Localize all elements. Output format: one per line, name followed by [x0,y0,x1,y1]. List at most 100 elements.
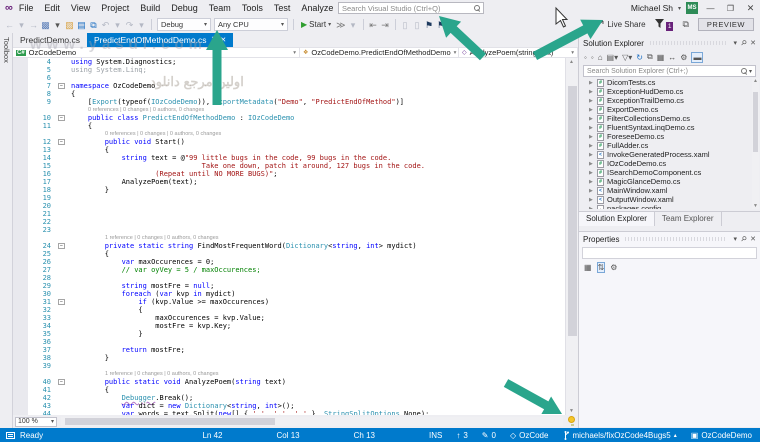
code-line[interactable]: 7−namespace OzCodeDemo [13,82,565,90]
tree-item-invokegeneratedprocess-xaml[interactable]: ▶<InvokeGeneratedProcess.xaml [581,150,760,159]
solution-explorer-header[interactable]: Solution Explorer ▾ ⚲ ✕ [579,36,760,50]
se-collapse-all-icon[interactable]: ▦ [657,53,665,62]
code-line[interactable]: 22 [13,218,565,226]
expander-icon[interactable]: ▶ [589,179,594,185]
send-feedback-icon[interactable]: ⧉ [682,19,688,30]
code-line[interactable]: 5using System.Linq; [13,66,565,74]
fold-toggle-icon[interactable]: − [58,243,65,250]
menu-analyze[interactable]: Analyze [301,3,333,13]
code-line[interactable]: 18 } [13,186,565,194]
breadcrumb-member-dropdown[interactable]: ◇ AnalyzePoem(string text) ▾ [459,48,577,57]
editor-vertical-scrollbar[interactable]: ▲ ▼ [565,58,578,415]
code-line[interactable]: 12− public void Start() [13,138,565,146]
codelens-text[interactable]: 0 references | 0 changes | 0 authors, 0 … [105,130,221,138]
scroll-down-icon[interactable]: ▼ [753,203,758,209]
code-line[interactable]: 42 Debugger.Break(); [13,394,565,402]
code-line[interactable]: 17 AnalyzePoem(text); [13,178,565,186]
tab-close-icon[interactable]: ✕ [220,36,226,44]
code-line[interactable]: 15 Take one down, patch it around, 127 b… [13,162,565,170]
code-line[interactable]: 34 mostFre = kvp.Key; [13,322,565,330]
code-line[interactable]: 38 } [13,354,565,362]
code-line[interactable]: 11 { [13,122,565,130]
code-line[interactable]: 33 maxOccurences = kvp.Value; [13,314,565,322]
toolbox-tab[interactable]: Toolbox [2,37,11,63]
tree-item-fulladder-cs[interactable]: ▶#FullAdder.cs [581,141,760,150]
code-line[interactable]: 13 { [13,146,565,154]
expander-icon[interactable]: ▶ [589,188,594,194]
tree-item-iozcodedemo-cs[interactable]: ▶#IOzCodeDemo.cs [581,159,760,168]
undo-icon[interactable]: ↶ [101,20,110,30]
tree-item-exceptionhuddemo-cs[interactable]: ▶#ExceptionHudDemo.cs [581,87,760,96]
codelens-text[interactable]: 1 reference | 0 changes | 0 authors, 0 c… [105,370,219,378]
fold-toggle-icon[interactable]: − [58,379,65,386]
tree-item-exceptiontraildemo-cs[interactable]: ▶#ExceptionTrailDemo.cs [581,96,760,105]
redo-icon[interactable]: ↷ [125,20,134,30]
notifications-filter-button[interactable]: 1 [655,19,674,31]
bookmark-icon[interactable]: ⚑ [425,20,434,30]
breadcrumb-type-dropdown[interactable]: ❖ OzCodeDemo.PredictEndOfMethodDemo ▾ [300,48,458,57]
git-branch-button[interactable]: michaels/fixOzCode4Bugs5 ▴ [562,431,676,440]
close-button[interactable]: ✕ [743,1,758,15]
lightbulb-icon[interactable] [568,416,575,423]
code-line[interactable]: 16 (Repeat until NO MORE BUGS)"; [13,170,565,178]
code-line[interactable]: 35 } [13,330,565,338]
code-line[interactable]: 14 string text = @"99 little bugs in the… [13,154,565,162]
tab-predictdemo-cs[interactable]: PredictDemo.cs [13,33,87,47]
code-line[interactable]: 9 [Export(typeof(IOzCodeDemo)), ExportMe… [13,98,565,106]
code-line[interactable]: 26 var maxOccurences = 0; [13,258,565,266]
tree-scrollbar[interactable]: ▲ ▼ [752,78,759,209]
panel-close-icon[interactable]: ✕ [750,235,756,243]
fold-toggle-icon[interactable]: − [58,299,65,306]
tree-item-foreseedemo-cs[interactable]: ▶#ForeseeDemo.cs [581,132,760,141]
live-share-button[interactable]: Live Share [594,20,645,29]
tree-scrollbar-thumb[interactable] [753,92,758,152]
panel-tab-solution-explorer[interactable]: Solution Explorer [579,212,655,226]
code-line[interactable]: 36 [13,338,565,346]
se-switch-views-icon[interactable]: ▤▾ [607,53,619,62]
code-line[interactable]: 41 { [13,386,565,394]
solution-platform-select[interactable]: Any CPU▾ [214,18,288,31]
se-back-icon[interactable]: ◦ [584,53,587,62]
expander-icon[interactable]: ▶ [589,125,594,131]
code-line[interactable]: 25 { [13,250,565,258]
prev-bookmark-icon[interactable]: ⚑ [449,20,458,30]
code-line[interactable]: 28 [13,274,565,282]
attach-caret[interactable]: ▾ [349,20,358,30]
solution-explorer-search-input[interactable]: Search Solution Explorer (Ctrl+;) ▾ [583,65,756,77]
tree-item-outputwindow-xaml[interactable]: ▶<OutputWindow.xaml [581,195,760,204]
code-line[interactable]: 29 string mostFre = null; [13,282,565,290]
panel-tab-team-explorer[interactable]: Team Explorer [655,212,722,226]
code-line[interactable]: 10− public class PredictEndOfMethodDemo … [13,114,565,122]
window-position-caret-icon[interactable]: ▾ [733,39,737,47]
se-nest-files-icon[interactable]: ⧉ [647,52,653,62]
expander-icon[interactable]: ▶ [589,116,594,122]
expander-icon[interactable]: ▶ [589,152,594,158]
menu-team[interactable]: Team [209,3,231,13]
nav-forward-icon[interactable]: → [29,20,38,30]
se-home-icon[interactable]: ⌂ [598,53,603,62]
property-pages-icon[interactable]: ⚙ [610,263,617,272]
code-line[interactable]: 21 [13,210,565,218]
start-debug-button[interactable]: ▶ Start ▾ [299,20,333,29]
expander-icon[interactable]: ▶ [589,143,594,149]
se-forward-icon[interactable]: ◦ [591,53,594,62]
menu-test[interactable]: Test [274,3,291,13]
codelens-text[interactable]: 1 reference | 0 changes | 0 authors, 0 c… [105,234,219,242]
preview-button[interactable]: PREVIEW [698,18,754,31]
git-repo-button[interactable]: ▣ OzCodeDemo [691,431,752,440]
tree-item-fluentsyntaxlinqdemo-cs[interactable]: ▶#FluentSyntaxLinqDemo.cs [581,123,760,132]
navigate-forward-code-icon[interactable]: ⇥ [381,20,390,30]
tree-item-dicomtests-cs[interactable]: ▶#DicomTests.cs [581,78,760,87]
code-line[interactable]: 23 [13,226,565,234]
open-folder-icon[interactable]: ▨ [65,20,74,30]
fold-toggle-icon[interactable]: − [58,83,65,90]
code-line[interactable]: 39 [13,362,565,370]
code-line[interactable]: 19 [13,194,565,202]
solution-configuration-select[interactable]: Debug▾ [157,18,211,31]
pin-icon[interactable]: ↧ [210,36,216,44]
code-editor[interactable]: 4using System.Diagnostics;5using System.… [13,58,565,415]
new-project-caret[interactable]: ▾ [53,20,62,30]
tree-item-mainwindow-xaml[interactable]: ▶<MainWindow.xaml [581,186,760,195]
new-project-icon[interactable]: ▩ [41,20,50,30]
code-line[interactable]: 27 // var oyVey = 5 / maxOccurences; [13,266,565,274]
